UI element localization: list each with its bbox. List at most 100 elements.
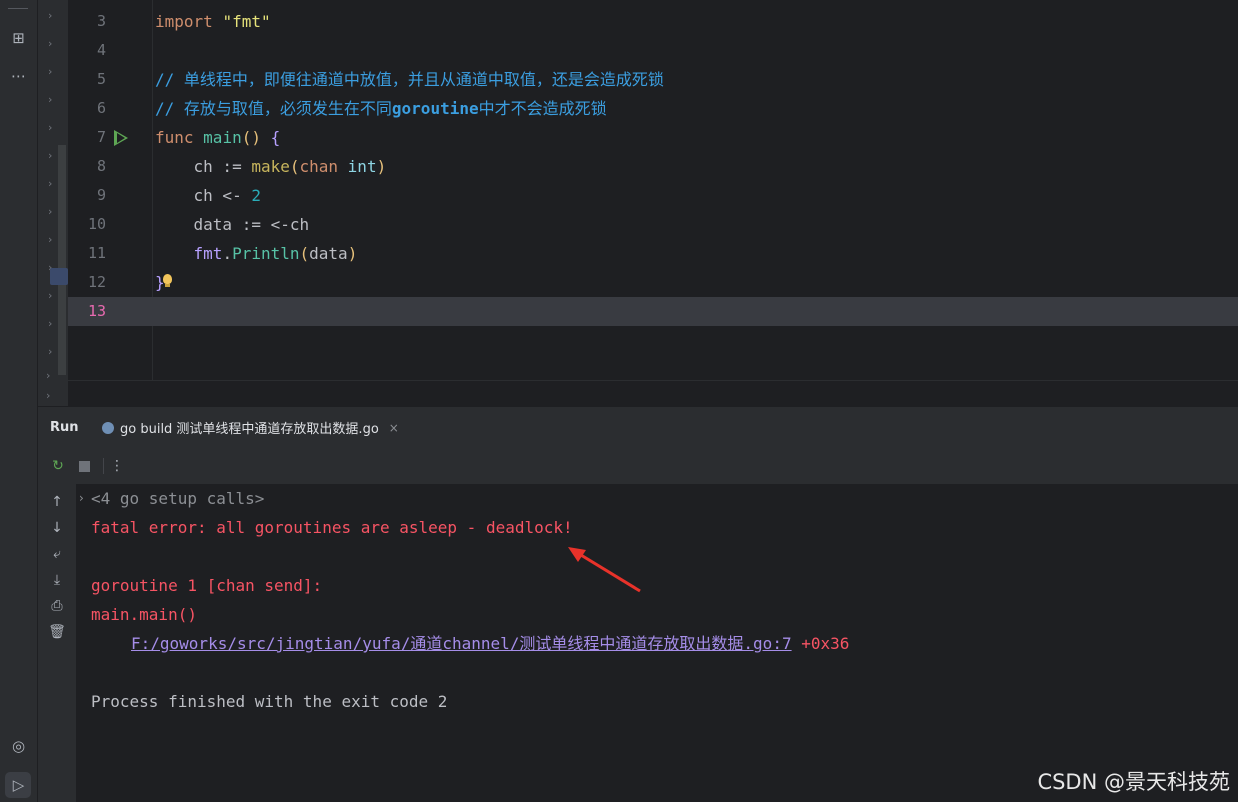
code-token: fmt [193, 244, 223, 263]
tree-chevron-icon[interactable]: › [48, 122, 52, 134]
code-line[interactable]: 9 ch <- 2 [68, 181, 1238, 210]
code-token: 中才不会造成死锁 [478, 99, 607, 118]
code-line[interactable]: 4 [68, 36, 1238, 65]
code-token: data [309, 244, 348, 263]
code-line[interactable]: 7 func main() { [68, 123, 1238, 152]
console-main: main.main() [91, 605, 197, 624]
code-line[interactable]: 3 import "fmt" [68, 7, 1238, 36]
code-token: // 单线程中，即便往通道中放值，并且从通道中取值，还是会造成死锁 [155, 70, 664, 89]
run-tab-label: go build 测试单线程中通道存放取出数据.go [120, 422, 379, 437]
code-token: 2 [251, 186, 261, 205]
code-token: () [241, 128, 271, 147]
code-line[interactable]: 8 ch := make(chan int) [68, 152, 1238, 181]
code-line[interactable]: 13 [68, 297, 1238, 326]
tree-chevron-icon[interactable]: › [48, 38, 52, 50]
code-text[interactable]: ch := make(chan int) [155, 152, 387, 181]
close-icon[interactable]: × [389, 421, 399, 435]
arrow-shaft [575, 550, 641, 593]
run-icon[interactable]: ▷ [0, 771, 37, 799]
trash-icon[interactable]: 🗑 [47, 622, 67, 642]
soft-wrap-icon[interactable]: ⤶ [47, 544, 67, 564]
code-text[interactable]: func main() { [155, 123, 280, 152]
editor-bottom-bar [68, 380, 1238, 407]
more-options-icon[interactable]: ⋮ [108, 457, 126, 475]
structure-icon[interactable]: ⊞ [0, 24, 37, 52]
go-gopher-icon [102, 421, 114, 434]
scroll-up-icon[interactable]: ↑ [47, 492, 67, 512]
tree-chevron-icon[interactable]: › [48, 94, 52, 106]
annotation-arrow [568, 547, 641, 593]
code-text[interactable]: import "fmt" [155, 7, 271, 36]
console-output[interactable]: › <4 go setup calls> fatal error: all go… [77, 484, 1238, 802]
code-token: ) [376, 157, 387, 176]
code-line[interactable]: 11 fmt.Println(data) [68, 239, 1238, 268]
lightbulb-base [165, 284, 170, 287]
line-number: 7 [96, 128, 106, 146]
project-tree-strip: › › › › › › › › › › › › › [38, 0, 68, 405]
code-line[interactable]: 10 data := <-ch [68, 210, 1238, 239]
code-token: { [270, 128, 281, 147]
stop-icon[interactable] [75, 457, 93, 475]
line-number: 3 [96, 12, 106, 30]
tree-chevron-icon[interactable]: › [48, 10, 52, 22]
run-side-toolbar: ↑ ↓ ⤶ ⤓ ⎙ 🗑 [38, 484, 77, 802]
lightbulb-icon[interactable] [163, 274, 172, 284]
chevron-right-icon[interactable]: › [79, 491, 84, 505]
watermark: CSDN @景天科技苑 [1037, 770, 1230, 794]
code-token: Println [232, 244, 300, 263]
code-token: func [155, 128, 204, 147]
tree-chevron-icon[interactable]: › [48, 290, 52, 302]
code-token: ( [289, 157, 300, 176]
code-token: ) [347, 244, 358, 263]
tree-chevron-icon[interactable]: › [48, 318, 52, 330]
tree-selected-item[interactable] [50, 268, 68, 285]
code-editor[interactable]: 3 import "fmt" 4 5 // 单线程中，即便往通道中放值，并且从通道中取值… [68, 0, 1238, 380]
tree-chevron-icon[interactable]: › [48, 150, 52, 162]
console-setup-calls[interactable]: <4 go setup calls> [91, 484, 264, 513]
code-text[interactable]: data := <-ch [155, 210, 310, 239]
tree-chevron-icon[interactable]: › [48, 206, 52, 218]
run-config-tab[interactable]: go build 测试单线程中通道存放取出数据.go × [92, 407, 409, 450]
console-goroutine: goroutine 1 [chan send]: [91, 576, 323, 595]
code-token: ch <- [155, 186, 252, 205]
code-text[interactable]: fmt.Println(data) [155, 239, 358, 268]
run-gutter-icon-inner [117, 133, 125, 143]
code-token: data := <-ch [155, 215, 310, 234]
line-number: 5 [96, 70, 106, 88]
line-number: 6 [96, 99, 106, 117]
code-text[interactable]: ch <- 2 [155, 181, 261, 210]
line-number: 4 [96, 41, 106, 59]
rerun-icon[interactable]: ↻ [49, 457, 67, 475]
code-token: // 存放与取值，必须发生在不同 [155, 99, 392, 118]
more-tools-icon[interactable]: ⋯ [0, 62, 37, 90]
activity-divider [8, 8, 28, 9]
tree-chevron-icon[interactable]: › [46, 370, 50, 382]
line-number: 12 [87, 273, 106, 291]
source-link[interactable]: F:/goworks/src/jingtian/yufa/通道channel/测… [131, 634, 792, 653]
code-text[interactable]: // 存放与取值，必须发生在不同goroutine中才不会造成死锁 [155, 94, 607, 123]
activity-bar: ⊞ ⋯ ◎ ▷ [0, 0, 38, 802]
code-line[interactable]: 5 // 单线程中，即便往通道中放值，并且从通道中取值，还是会造成死锁 [68, 65, 1238, 94]
tree-chevron-icon[interactable]: › [48, 346, 52, 358]
arrow-head [568, 547, 586, 562]
tree-scrollbar[interactable] [58, 145, 66, 375]
code-token: . [222, 244, 233, 263]
code-line[interactable]: 12} [68, 268, 1238, 297]
scroll-down-icon[interactable]: ↓ [47, 518, 67, 538]
print-icon[interactable]: ⎙ [47, 596, 67, 616]
tree-chevron-icon[interactable]: › [46, 390, 50, 402]
tree-chevron-icon[interactable]: › [48, 66, 52, 78]
line-number: 10 [87, 215, 106, 233]
code-token: goroutine [391, 99, 479, 118]
tree-chevron-icon[interactable]: › [48, 234, 52, 246]
code-lines[interactable]: 3 import "fmt" 4 5 // 单线程中，即便往通道中放值，并且从通道中取值… [68, 0, 1238, 380]
code-text[interactable]: // 单线程中，即便往通道中放值，并且从通道中取值，还是会造成死锁 [155, 65, 664, 94]
tree-chevron-icon[interactable]: › [48, 178, 52, 190]
code-token: import [155, 12, 223, 31]
scroll-to-end-icon[interactable]: ⤓ [47, 570, 67, 590]
code-token: main [203, 128, 242, 147]
code-line[interactable]: 6 // 存放与取值，必须发生在不同goroutine中才不会造成死锁 [68, 94, 1238, 123]
toolbar-divider [103, 458, 104, 474]
services-icon[interactable]: ◎ [0, 732, 37, 760]
